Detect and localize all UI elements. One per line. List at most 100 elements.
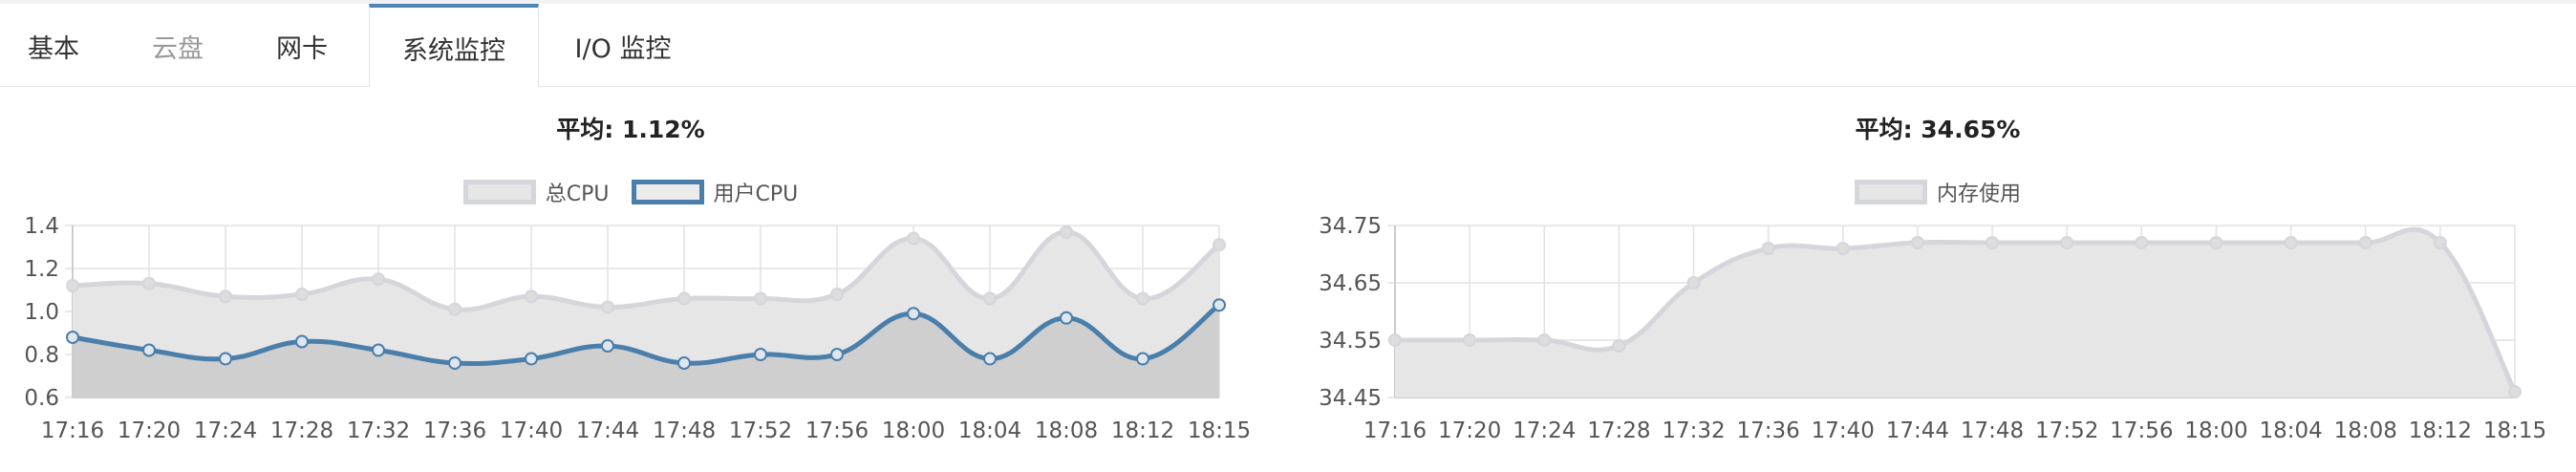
cpu-series-0-point [907,231,920,246]
mem-x-tick-label: 17:36 [1737,418,1800,443]
mem-series-0-point [1910,236,1924,249]
mem-series-0-point [2433,236,2447,249]
cpu-series-1-point [142,343,156,357]
mem-x-tick-label: 18:08 [2334,418,2397,443]
mem-series-0-point [1388,333,1402,347]
cpu-x-tick-label: 18:00 [882,418,945,443]
cpu-x-tick-label: 17:28 [270,418,333,443]
cpu-x-tick-label: 17:56 [805,418,869,443]
mem-series-0-point [1537,333,1552,347]
mem-x-tick-label: 17:20 [1438,418,1501,443]
cpu-series-1-point [830,348,844,361]
cpu-chart-svg: 1.4 1.2 1.0 0.8 0.6 17:16 17:20 17:24 17:28 17:32… [24,214,1251,443]
mem-series-0-point [1986,236,2000,249]
mem-x-tick-label: 18:15 [2483,418,2546,443]
cpu-y-tick-label: 1.4 [24,214,59,239]
cpu-series-1-point [219,352,232,366]
mem-series-0-point [1686,276,1701,290]
mem-series-0-point [2209,236,2223,249]
cpu-series-1-point [677,356,691,370]
tab-io-monitor[interactable]: I/O 监控 [554,4,692,86]
cpu-series-1-point [983,352,997,366]
cpu-series-1-point [525,352,538,366]
cpu-y-tick-label: 1.2 [24,257,59,282]
cpu-series-1-point [1060,311,1073,325]
memory-chart-svg: 34.75 34.65 34.55 34.45 17:16 17:20 17:24 17:28… [1319,214,2546,443]
cpu-x-tick-label: 17:20 [118,418,181,443]
cpu-x-tick-label: 18:08 [1035,418,1098,443]
cpu-series-1-point [754,348,767,361]
mem-x-tick-label: 18:04 [2259,418,2322,443]
cpu-x-tick-label: 17:36 [423,418,486,443]
mem-series-0-point [2135,236,2149,249]
cpu-series-0-point [372,272,385,287]
mem-x-tick-label: 18:12 [2409,418,2472,443]
mem-series-0-point [1612,339,1626,353]
cpu-y-tick-label: 0.6 [24,386,59,411]
cpu-series-1-point [907,307,920,321]
tab-system-monitor[interactable]: 系统监控 [369,4,539,87]
mem-series-0-area [1395,229,2515,397]
mem-series-0-point [1761,242,1775,255]
cpu-series-0-point [1213,238,1226,252]
cpu-x-tick-label: 17:40 [500,418,563,443]
cpu-series-0-point [219,290,232,304]
mem-y-tick-label: 34.65 [1319,271,1382,296]
cpu-x-tick-label: 18:12 [1111,418,1174,443]
cpu-series-0-point [754,291,767,306]
mem-series-0-point [1835,242,1850,255]
cpu-series-1-point [1213,298,1226,312]
cpu-x-tick-label: 18:04 [958,418,1021,443]
mem-series-0-point [2060,236,2074,249]
mem-series-0-point [2358,236,2372,249]
cpu-series-0-point [830,288,844,301]
cpu-x-tick-label: 17:44 [576,418,639,443]
mem-x-tick-label: 17:28 [1587,418,1650,443]
cpu-series-0-point [525,290,538,304]
cpu-series-1-point [295,334,309,349]
cpu-series-0-point [1060,225,1073,239]
mem-y-tick-label: 34.45 [1319,386,1382,411]
mem-series-0-point [1463,333,1477,347]
memory-chart-panel: 平均: 34.65% 内存使用 34.75 34.65 34.55 34.45 17:1… [1299,96,2576,468]
tab-bar: 基本 云盘 网卡 系统监控 I/O 监控 [0,4,2576,87]
cpu-series-0-point [448,302,462,316]
mem-series-0-point [2508,385,2522,398]
mem-x-tick-label: 17:48 [1961,418,2024,443]
cpu-series-1-point [66,331,79,344]
cpu-x-tick-label: 17:52 [729,418,792,443]
cpu-series-1-point [372,343,385,357]
mem-x-tick-label: 17:40 [1812,418,1875,443]
cpu-series-0-point [601,300,614,314]
tab-cloud-disk[interactable]: 云盘 [122,4,233,86]
mem-series-0-point [2284,236,2298,249]
tab-network-card[interactable]: 网卡 [247,4,357,86]
cpu-series-0-point [142,276,156,290]
cpu-series-0-point [66,279,79,292]
cpu-x-tick-label: 17:48 [653,418,716,443]
cpu-y-tick-label: 0.8 [24,343,59,368]
cpu-y-tick-label: 1.0 [24,300,59,325]
mem-y-tick-label: 34.75 [1319,214,1382,239]
tab-basic[interactable]: 基本 [0,4,107,86]
cpu-series-1-point [601,339,614,353]
mem-x-tick-label: 17:24 [1513,418,1576,443]
cpu-series-1-point [448,356,462,370]
cpu-series-0-point [677,291,691,306]
mem-x-tick-label: 18:00 [2184,418,2247,443]
cpu-series-0-point [983,291,997,306]
mem-x-tick-label: 17:44 [1886,418,1949,443]
cpu-series-0-point [295,288,309,301]
cpu-series-0-point [1136,291,1149,306]
mem-y-tick-label: 34.55 [1319,329,1382,354]
cpu-chart-panel: 平均: 1.12% 总CPU 用户CPU 1.4 1.2 1.0 0.8 0.6 17:1… [0,96,1261,468]
cpu-x-tick-label: 18:15 [1188,418,1251,443]
cpu-x-tick-label: 17:32 [347,418,410,443]
mem-x-tick-label: 17:52 [2035,418,2098,443]
mem-x-tick-label: 17:56 [2110,418,2173,443]
mem-x-tick-label: 17:16 [1363,418,1427,443]
cpu-series-1-point [1136,352,1149,366]
cpu-x-tick-label: 17:16 [41,418,104,443]
cpu-x-tick-label: 17:24 [194,418,257,443]
mem-x-tick-label: 17:32 [1662,418,1725,443]
